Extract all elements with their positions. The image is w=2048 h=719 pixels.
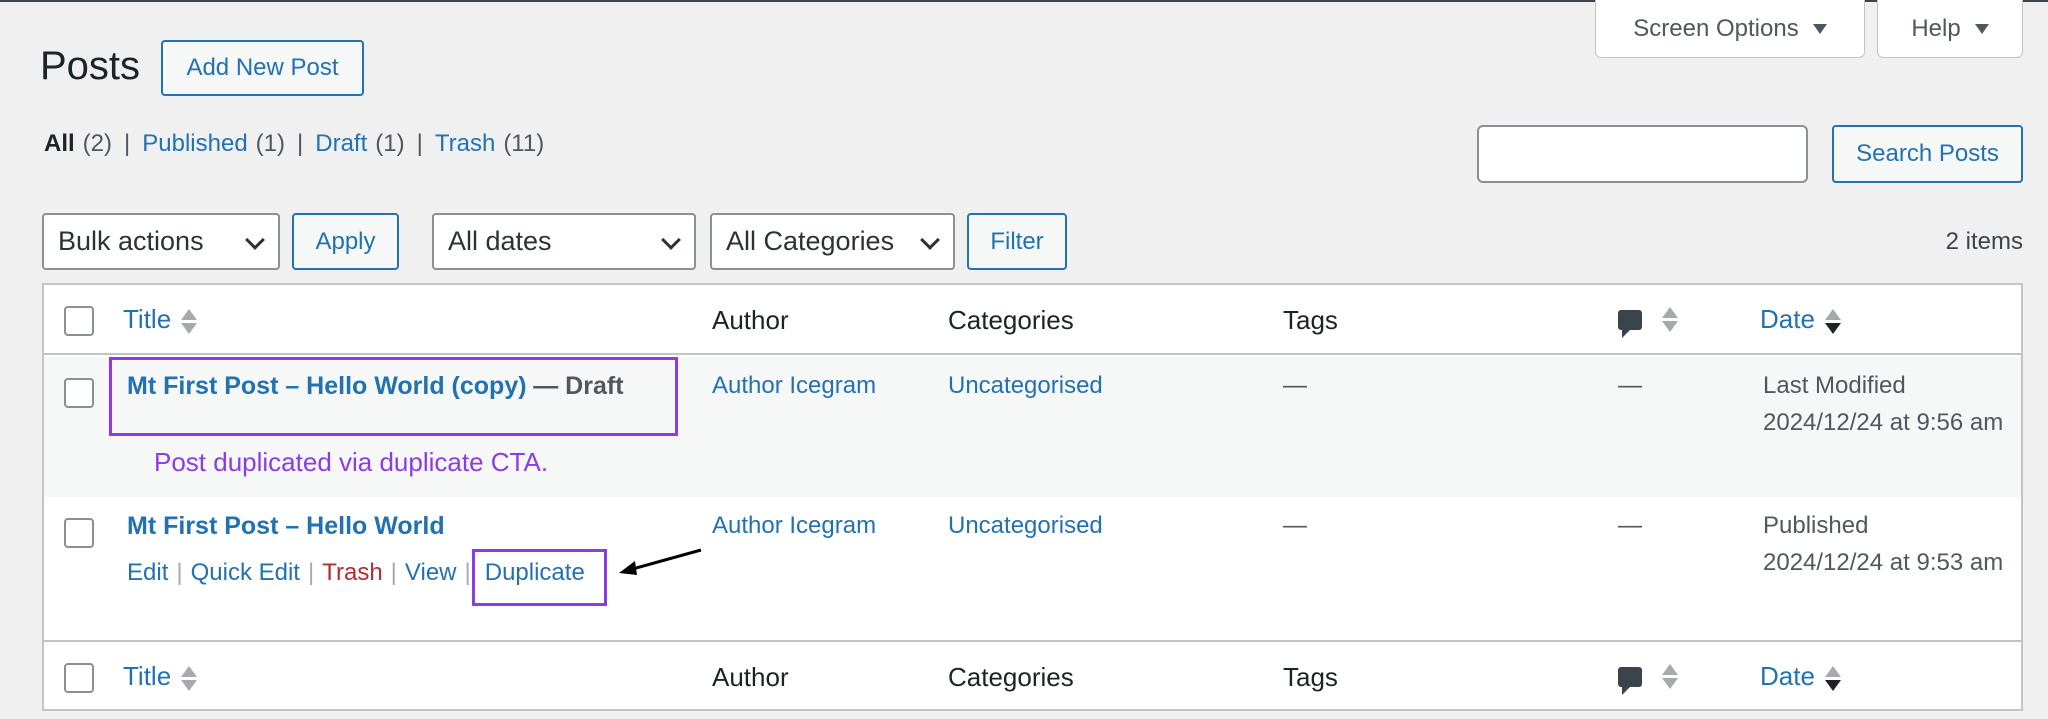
comment-bubble-icon <box>1618 310 1642 338</box>
view-draft[interactable]: Draft (1) <box>315 130 404 158</box>
column-date[interactable]: Date <box>1760 304 1841 337</box>
caret-down-icon <box>1974 23 1989 34</box>
author-link[interactable]: Author Icegram <box>712 512 876 540</box>
view-published[interactable]: Published (1) <box>142 130 285 158</box>
filter-button[interactable]: Filter <box>967 213 1067 270</box>
add-new-post-button[interactable]: Add New Post <box>161 40 364 96</box>
dates-select[interactable]: All dates <box>432 213 696 270</box>
sort-icon[interactable] <box>1662 662 1678 692</box>
posts-table: Title Author Categories Tags Date Mt Fir… <box>42 283 2023 711</box>
caret-down-icon <box>1812 23 1827 34</box>
page-title: Posts <box>40 44 141 88</box>
view-all[interactable]: All (2) <box>44 130 112 158</box>
annotation-arrow-icon <box>619 548 702 575</box>
column-categories: Categories <box>948 305 1074 335</box>
select-all-checkbox[interactable] <box>64 663 94 693</box>
column-categories: Categories <box>948 662 1074 692</box>
sort-icon[interactable] <box>1662 305 1678 335</box>
category-link[interactable]: Uncategorised <box>948 512 1103 540</box>
annotation-note: Post duplicated via duplicate CTA. <box>154 447 549 477</box>
category-link[interactable]: Uncategorised <box>948 372 1103 400</box>
bulk-actions-select[interactable]: Bulk actions <box>42 213 280 270</box>
date-cell: Published 2024/12/24 at 9:53 am <box>1763 512 2004 576</box>
chevron-down-icon <box>245 230 265 250</box>
sort-icon <box>181 664 198 694</box>
tags-cell: — <box>1283 372 1307 399</box>
screen-options-tab[interactable]: Screen Options <box>1595 0 1865 58</box>
table-header: Title Author Categories Tags Date <box>44 285 2021 355</box>
search-posts-button[interactable]: Search Posts <box>1832 125 2023 183</box>
trash-link[interactable]: Trash <box>322 559 382 586</box>
comments-cell: — <box>1618 512 1642 539</box>
post-status-views: All (2) | Published (1) | Draft (1) | Trash… <box>44 130 545 158</box>
column-title[interactable]: Title <box>123 304 198 337</box>
post-title-link[interactable]: Mt First Post – Hello World <box>127 512 445 540</box>
categories-select[interactable]: All Categories <box>710 213 955 270</box>
column-date[interactable]: Date <box>1760 661 1841 694</box>
column-author: Author <box>712 662 789 692</box>
tags-cell: — <box>1283 512 1307 539</box>
chevron-down-icon <box>920 230 940 250</box>
table-footer: Title Author Categories Tags Date <box>44 640 2021 710</box>
sort-icon <box>1824 307 1841 337</box>
items-count: 2 items <box>1945 228 2023 255</box>
sort-icon <box>1824 664 1841 694</box>
date-cell: Last Modified 2024/12/24 at 9:56 am <box>1763 372 2004 436</box>
column-title[interactable]: Title <box>123 661 198 694</box>
row-checbox[interactable] <box>64 518 94 548</box>
select-all-checkbox[interactable] <box>64 306 94 336</box>
quick-edit-link[interactable]: Quick Edit <box>191 559 300 586</box>
column-tags: Tags <box>1283 662 1338 692</box>
sort-icon <box>181 307 198 337</box>
annotation-duplicate-highlight <box>472 549 607 606</box>
search-input[interactable] <box>1477 125 1808 183</box>
comments-cell: — <box>1618 372 1642 399</box>
screen-options-label: Screen Options <box>1633 14 1799 42</box>
comment-bubble-icon <box>1618 667 1642 695</box>
table-row: Mt First Post – Hello World Edit | Quick E… <box>44 497 2021 639</box>
annotation-title-highlight <box>109 357 678 436</box>
view-link[interactable]: View <box>405 559 457 586</box>
edit-link[interactable]: Edit <box>127 559 168 586</box>
help-tab[interactable]: Help <box>1877 0 2023 58</box>
apply-button[interactable]: Apply <box>292 213 399 270</box>
row-checkbox[interactable] <box>64 378 94 408</box>
column-author: Author <box>712 305 789 335</box>
help-label: Help <box>1911 14 1961 42</box>
view-trash[interactable]: Trash (11) <box>435 130 544 158</box>
column-tags: Tags <box>1283 305 1338 335</box>
chevron-down-icon <box>661 230 681 250</box>
author-link[interactable]: Author Icegram <box>712 372 876 400</box>
post-title-cell: Mt First Post – Hello World <box>127 512 445 541</box>
